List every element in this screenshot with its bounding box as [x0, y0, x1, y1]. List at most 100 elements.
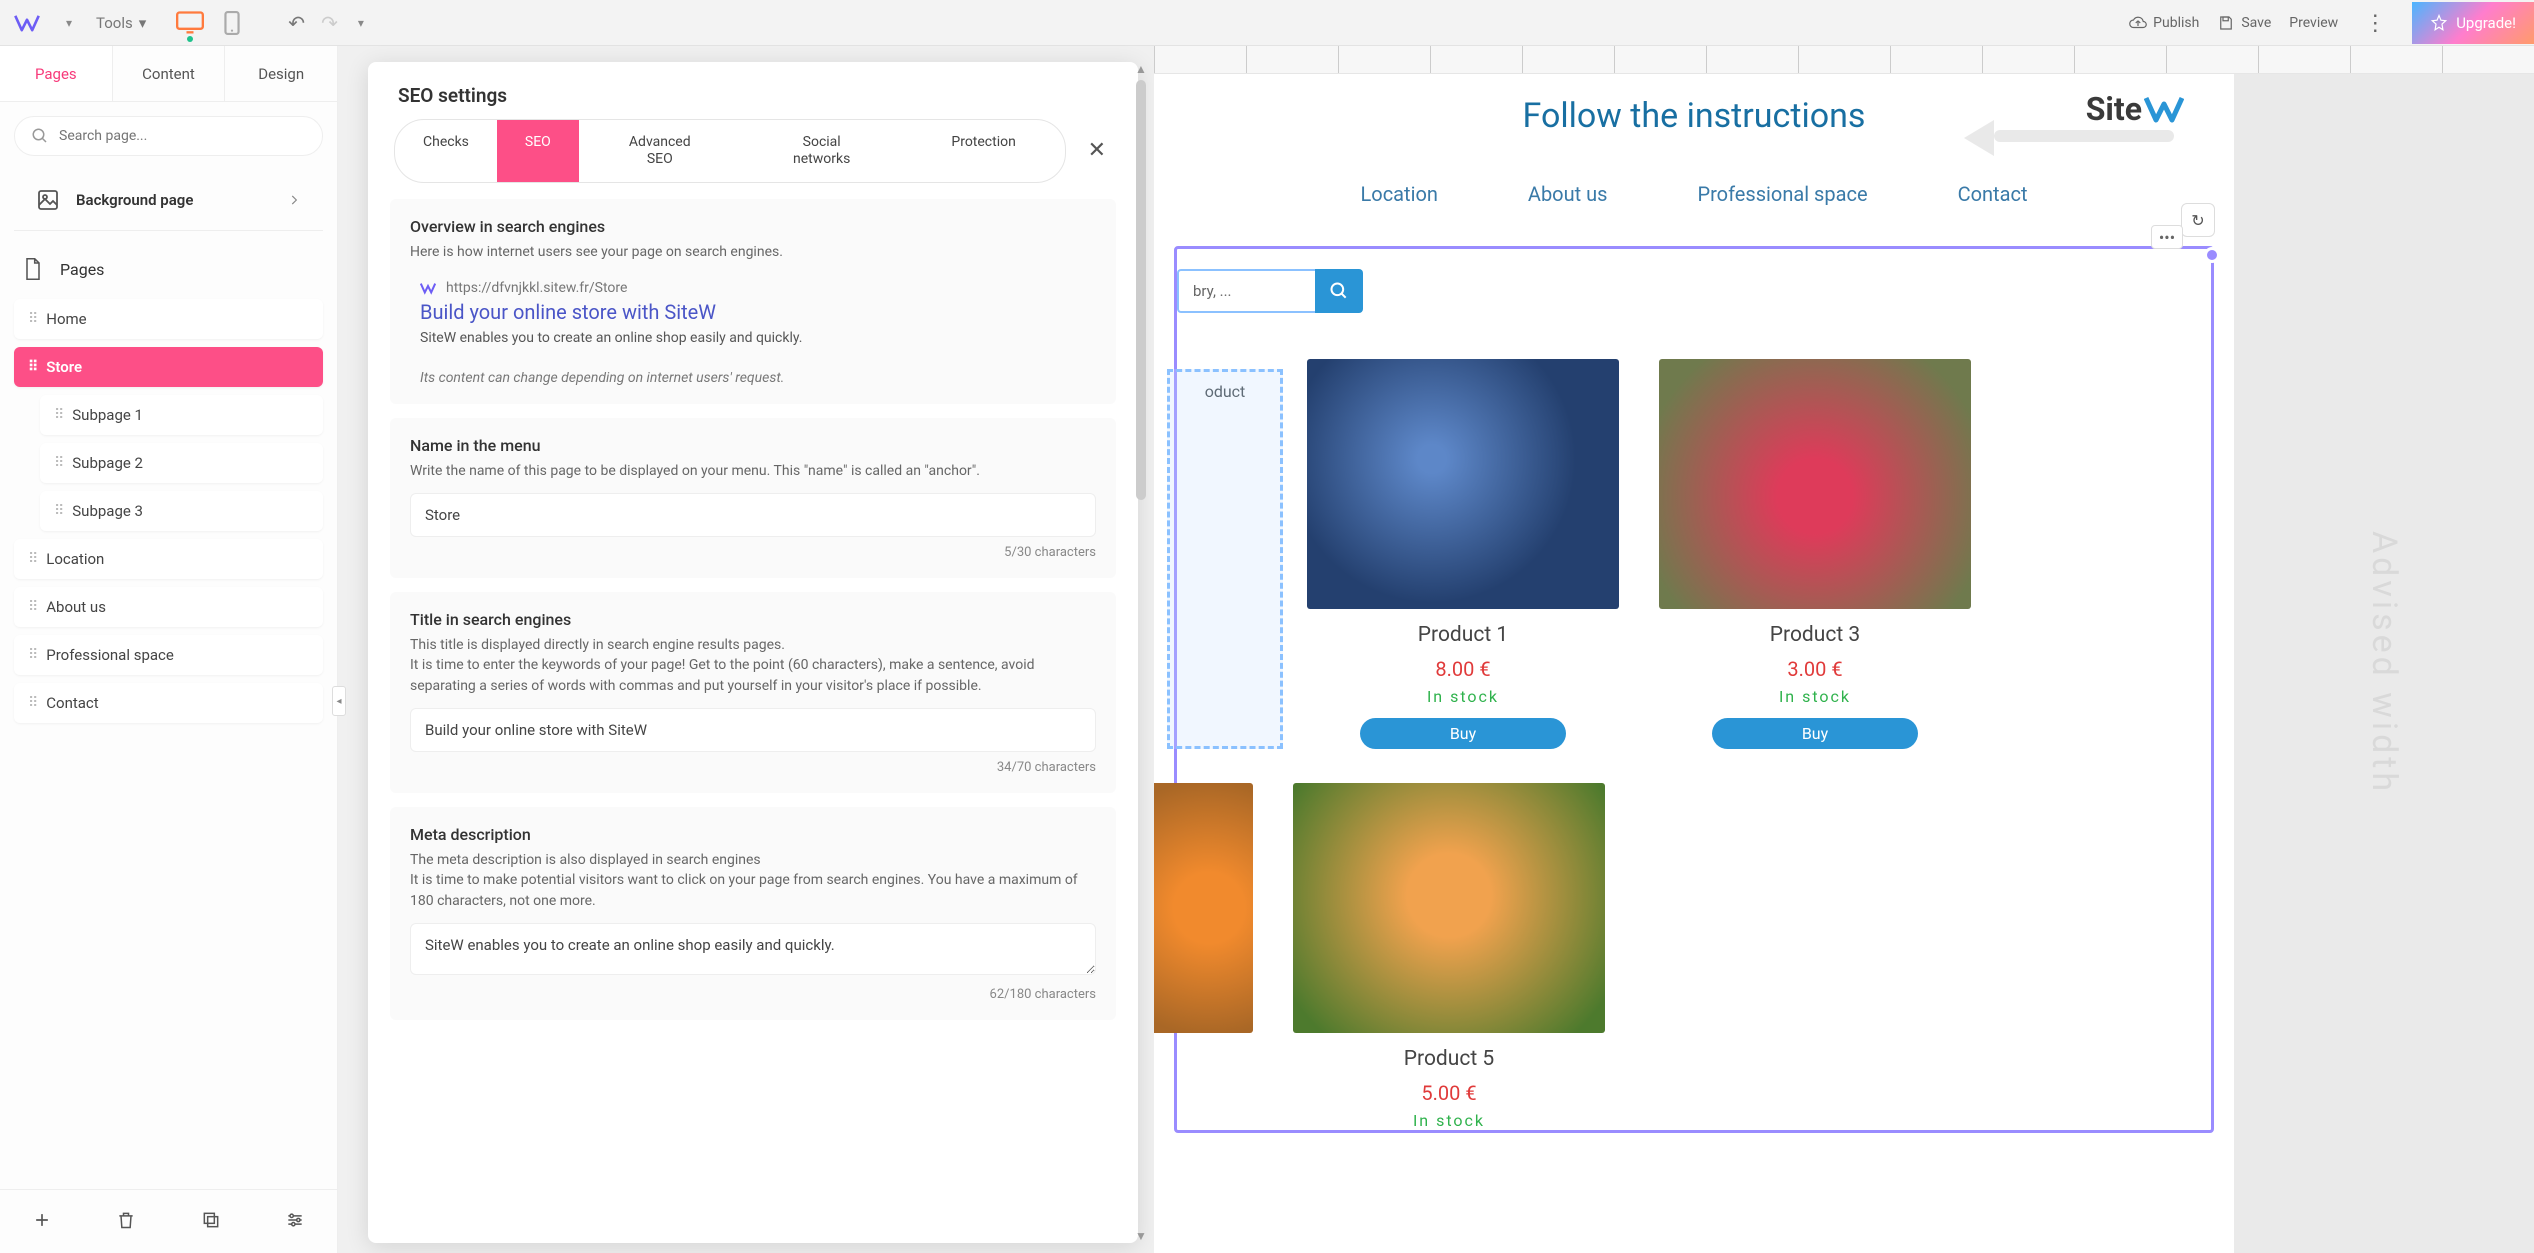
product-price: 5.00 € [1293, 1081, 1605, 1105]
menu-name-input[interactable]: Store [410, 493, 1096, 537]
buy-button[interactable]: Buy [1360, 718, 1566, 749]
serp-preview: https://dfvnjkkl.sitew.fr/Store Build yo… [410, 280, 1096, 386]
seo-tabs: Checks SEO AdvancedSEO Socialnetworks Pr… [394, 119, 1066, 183]
drag-handle-icon[interactable]: ⠿ [28, 647, 36, 663]
seo-tab-social[interactable]: Socialnetworks [741, 120, 903, 182]
product-card-partial[interactable] [1154, 783, 1253, 1130]
page-item-location[interactable]: ⠿Location [14, 539, 323, 579]
top-toolbar: ▾ Tools ▾ ↶ ↷ ▾ Publish Save Preview ⋮ U [0, 0, 2534, 46]
sidebar-tab-pages[interactable]: Pages [0, 46, 113, 101]
settings-sliders-button[interactable] [285, 1210, 305, 1234]
product-name: Product 1 [1307, 623, 1619, 647]
mobile-view-button[interactable] [216, 10, 248, 36]
page-item-subpage-3[interactable]: ⠿Subpage 3 [40, 491, 323, 531]
duplicate-page-button[interactable] [201, 1210, 221, 1234]
page-title: Follow the instructions [1154, 96, 2234, 136]
advised-width-label: Advised width [2364, 531, 2404, 795]
left-sidebar: Pages Content Design Background page Pag… [0, 46, 338, 1253]
publish-button[interactable]: Publish [2129, 14, 2199, 32]
buy-button[interactable]: Buy [1712, 718, 1918, 749]
meta-charcount: 62/180 characters [410, 987, 1096, 1002]
canvas-area[interactable]: Site Follow the instructions Location Ab… [1154, 46, 2534, 1253]
drag-handle-icon[interactable]: ⠿ [28, 359, 36, 375]
redo-button[interactable]: ↷ [321, 11, 338, 35]
close-panel-button[interactable]: ✕ [1082, 132, 1112, 169]
products-grid-row2: Product 5 5.00 € In stock [1154, 783, 2211, 1130]
nav-link-about[interactable]: About us [1528, 182, 1608, 206]
delete-page-button[interactable] [116, 1210, 136, 1234]
seo-tab-seo[interactable]: SEO [497, 120, 579, 182]
sidebar-tab-content[interactable]: Content [113, 46, 226, 101]
drag-handle-icon[interactable]: ⠿ [28, 311, 36, 327]
page-item-subpage-1[interactable]: ⠿Subpage 1 [40, 395, 323, 435]
search-icon [31, 127, 49, 145]
right-gutter: Advised width [2234, 74, 2534, 1253]
logo-menu-chevron-icon[interactable]: ▾ [62, 16, 76, 30]
star-icon [2430, 14, 2448, 32]
serp-desc: SiteW enables you to create an online sh… [420, 330, 1096, 346]
cloud-upload-icon [2129, 14, 2147, 32]
product-card[interactable]: Product 5 5.00 € In stock [1293, 783, 1605, 1130]
pages-list: ⠿Home ⠿Store ⠿Subpage 1 ⠿Subpage 2 ⠿Subp… [0, 293, 337, 737]
seo-tab-advanced[interactable]: AdvancedSEO [579, 120, 741, 182]
drag-handle-icon[interactable]: ⠿ [54, 407, 62, 423]
product-card[interactable]: Product 1 8.00 € In stock Buy [1307, 359, 1619, 749]
seo-tab-protection[interactable]: Protection [903, 120, 1065, 182]
history-menu-chevron-icon[interactable]: ▾ [354, 16, 368, 30]
drag-handle-icon[interactable]: ⠿ [28, 551, 36, 567]
search-pages-box[interactable] [14, 116, 323, 156]
drag-handle-icon[interactable]: ⠿ [28, 695, 36, 711]
product-name: Product 3 [1659, 623, 1971, 647]
page-preview[interactable]: Site Follow the instructions Location Ab… [1154, 74, 2234, 1253]
product-card[interactable]: Product 3 3.00 € In stock Buy [1659, 359, 1971, 749]
meta-card: Meta description The meta description is… [390, 807, 1116, 1020]
nav-link-professional[interactable]: Professional space [1697, 182, 1867, 206]
page-item-about[interactable]: ⠿About us [14, 587, 323, 627]
block-resize-handle[interactable] [2204, 247, 2220, 263]
meta-description-input[interactable] [410, 923, 1096, 975]
product-image [1659, 359, 1971, 609]
product-name: Product 5 [1293, 1047, 1605, 1071]
seo-settings-panel: SEO settings Checks SEO AdvancedSEO Soci… [368, 62, 1138, 1243]
seo-panel-title: SEO settings [398, 84, 1108, 107]
preview-button[interactable]: Preview [2289, 15, 2338, 31]
seo-tab-checks[interactable]: Checks [395, 120, 497, 182]
block-reload-button[interactable]: ↻ [2181, 203, 2215, 237]
more-menu-button[interactable]: ⋮ [2356, 11, 2394, 36]
seo-panel-body[interactable]: Overview in search engines Here is how i… [368, 183, 1138, 1243]
menu-name-charcount: 5/30 characters [410, 545, 1096, 560]
store-search-button[interactable] [1315, 269, 1363, 313]
product-dropzone[interactable]: oduct [1167, 369, 1283, 749]
store-search-input[interactable] [1177, 269, 1315, 313]
search-pages-input[interactable] [59, 128, 306, 144]
floppy-icon [2217, 14, 2235, 32]
page-item-home[interactable]: ⠿Home [14, 299, 323, 339]
page-item-store[interactable]: ⠿Store [14, 347, 323, 387]
product-stock: In stock [1307, 687, 1619, 706]
drag-handle-icon[interactable]: ⠿ [28, 599, 36, 615]
drag-handle-icon[interactable]: ⠿ [54, 455, 62, 471]
block-options-button[interactable]: ••• [2151, 225, 2183, 249]
tools-menu[interactable]: Tools ▾ [96, 14, 146, 32]
sidebar-tab-design[interactable]: Design [225, 46, 337, 101]
page-item-contact[interactable]: ⠿Contact [14, 683, 323, 723]
save-button[interactable]: Save [2217, 14, 2271, 32]
page-item-professional[interactable]: ⠿Professional space [14, 635, 323, 675]
nav-link-contact[interactable]: Contact [1958, 182, 2028, 206]
app-logo[interactable] [12, 8, 42, 38]
title-charcount: 34/70 characters [410, 760, 1096, 775]
page-icon [22, 257, 44, 281]
undo-button[interactable]: ↶ [288, 11, 305, 35]
desktop-view-button[interactable] [174, 10, 206, 36]
upgrade-button[interactable]: Upgrade! [2412, 2, 2534, 44]
drag-handle-icon[interactable]: ⠿ [54, 503, 62, 519]
background-page-row[interactable]: Background page [14, 170, 323, 231]
nav-link-location[interactable]: Location [1361, 182, 1438, 206]
store-block[interactable]: ↻ ••• oduct Product 1 8.00 € [1174, 246, 2214, 1133]
title-card: Title in search engines This title is di… [390, 592, 1116, 793]
product-price: 8.00 € [1307, 657, 1619, 681]
page-item-subpage-2[interactable]: ⠿Subpage 2 [40, 443, 323, 483]
add-page-button[interactable] [32, 1210, 52, 1234]
overview-card: Overview in search engines Here is how i… [390, 199, 1116, 404]
title-input[interactable]: Build your online store with SiteW [410, 708, 1096, 752]
